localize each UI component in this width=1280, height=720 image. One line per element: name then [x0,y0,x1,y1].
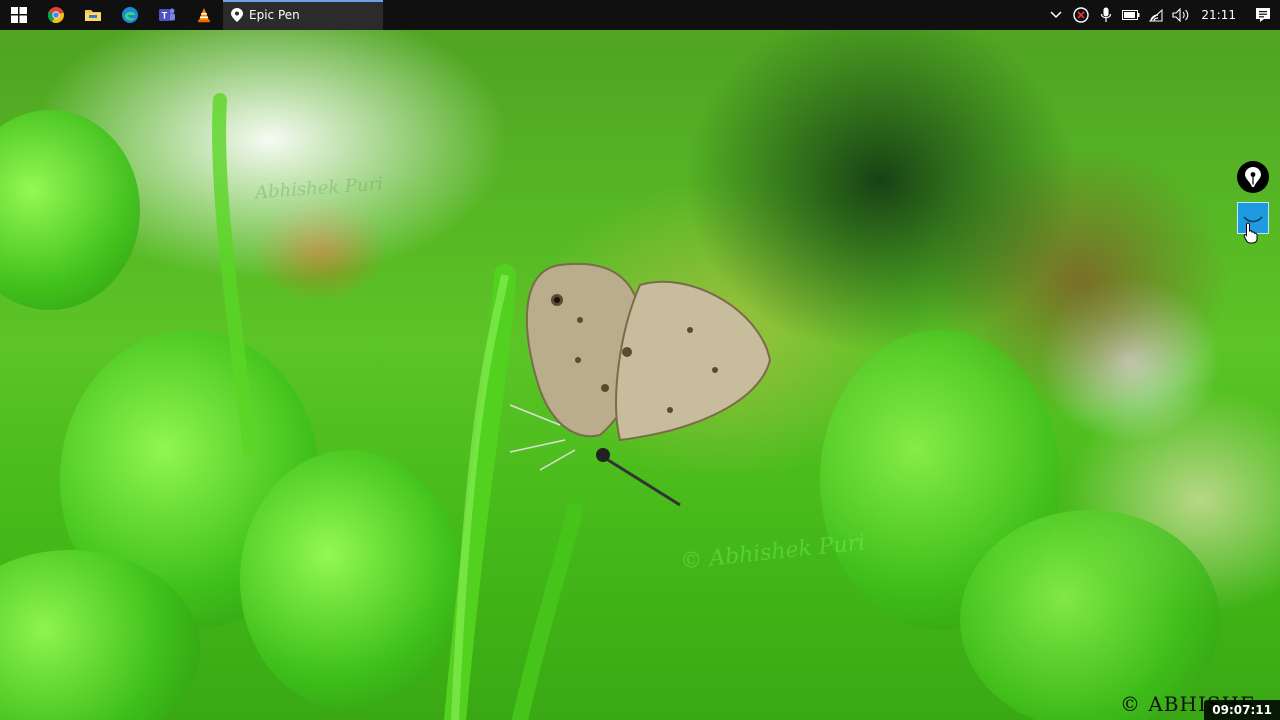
taskbar-app-label: Epic Pen [249,8,300,22]
desktop-wallpaper: Abhishek Puri © Abhishek Puri [0,30,1280,720]
volume-tray-button[interactable] [1168,0,1193,30]
video-timestamp: 09:07:11 [1204,700,1280,720]
show-hidden-icons-button[interactable] [1043,0,1068,30]
svg-text:T: T [161,11,167,21]
volume-icon [1172,8,1189,22]
microphone-tray-button[interactable] [1093,0,1118,30]
hand-cursor-icon [1243,222,1258,244]
system-tray: 21:11 [1043,0,1280,30]
chrome-button[interactable] [37,0,74,30]
pen-nib-icon [231,8,243,22]
epic-pen-logo-button[interactable] [1237,161,1269,193]
file-explorer-button[interactable] [74,0,111,30]
teams-button[interactable]: T [148,0,185,30]
taskbar-app-epic-pen[interactable]: Epic Pen [223,0,383,30]
action-center-button[interactable] [1246,0,1280,30]
start-button[interactable] [0,0,37,30]
wifi-icon [1148,8,1163,22]
butterfly-on-branch [212,93,772,720]
battery-icon [1121,10,1140,20]
wifi-tray-button[interactable] [1143,0,1168,30]
antivirus-icon [1073,7,1089,23]
folder-icon [84,10,101,21]
taskbar-clock[interactable]: 21:11 [1193,8,1246,22]
windows-logo-icon [10,7,27,23]
taskbar: T Epic Pen 21:11 [0,0,1280,30]
pen-nib-icon [1245,167,1261,187]
battery-tray-button[interactable] [1118,0,1143,30]
teams-icon: T [158,8,175,21]
antivirus-tray-button[interactable] [1068,0,1093,30]
vlc-cone-icon [197,8,210,23]
action-center-icon [1256,8,1270,22]
vlc-button[interactable] [185,0,222,30]
edge-button[interactable] [111,0,148,30]
chrome-icon [47,7,64,23]
chevron-up-icon [1050,11,1062,19]
edge-icon [121,7,138,23]
microphone-icon [1100,7,1112,22]
